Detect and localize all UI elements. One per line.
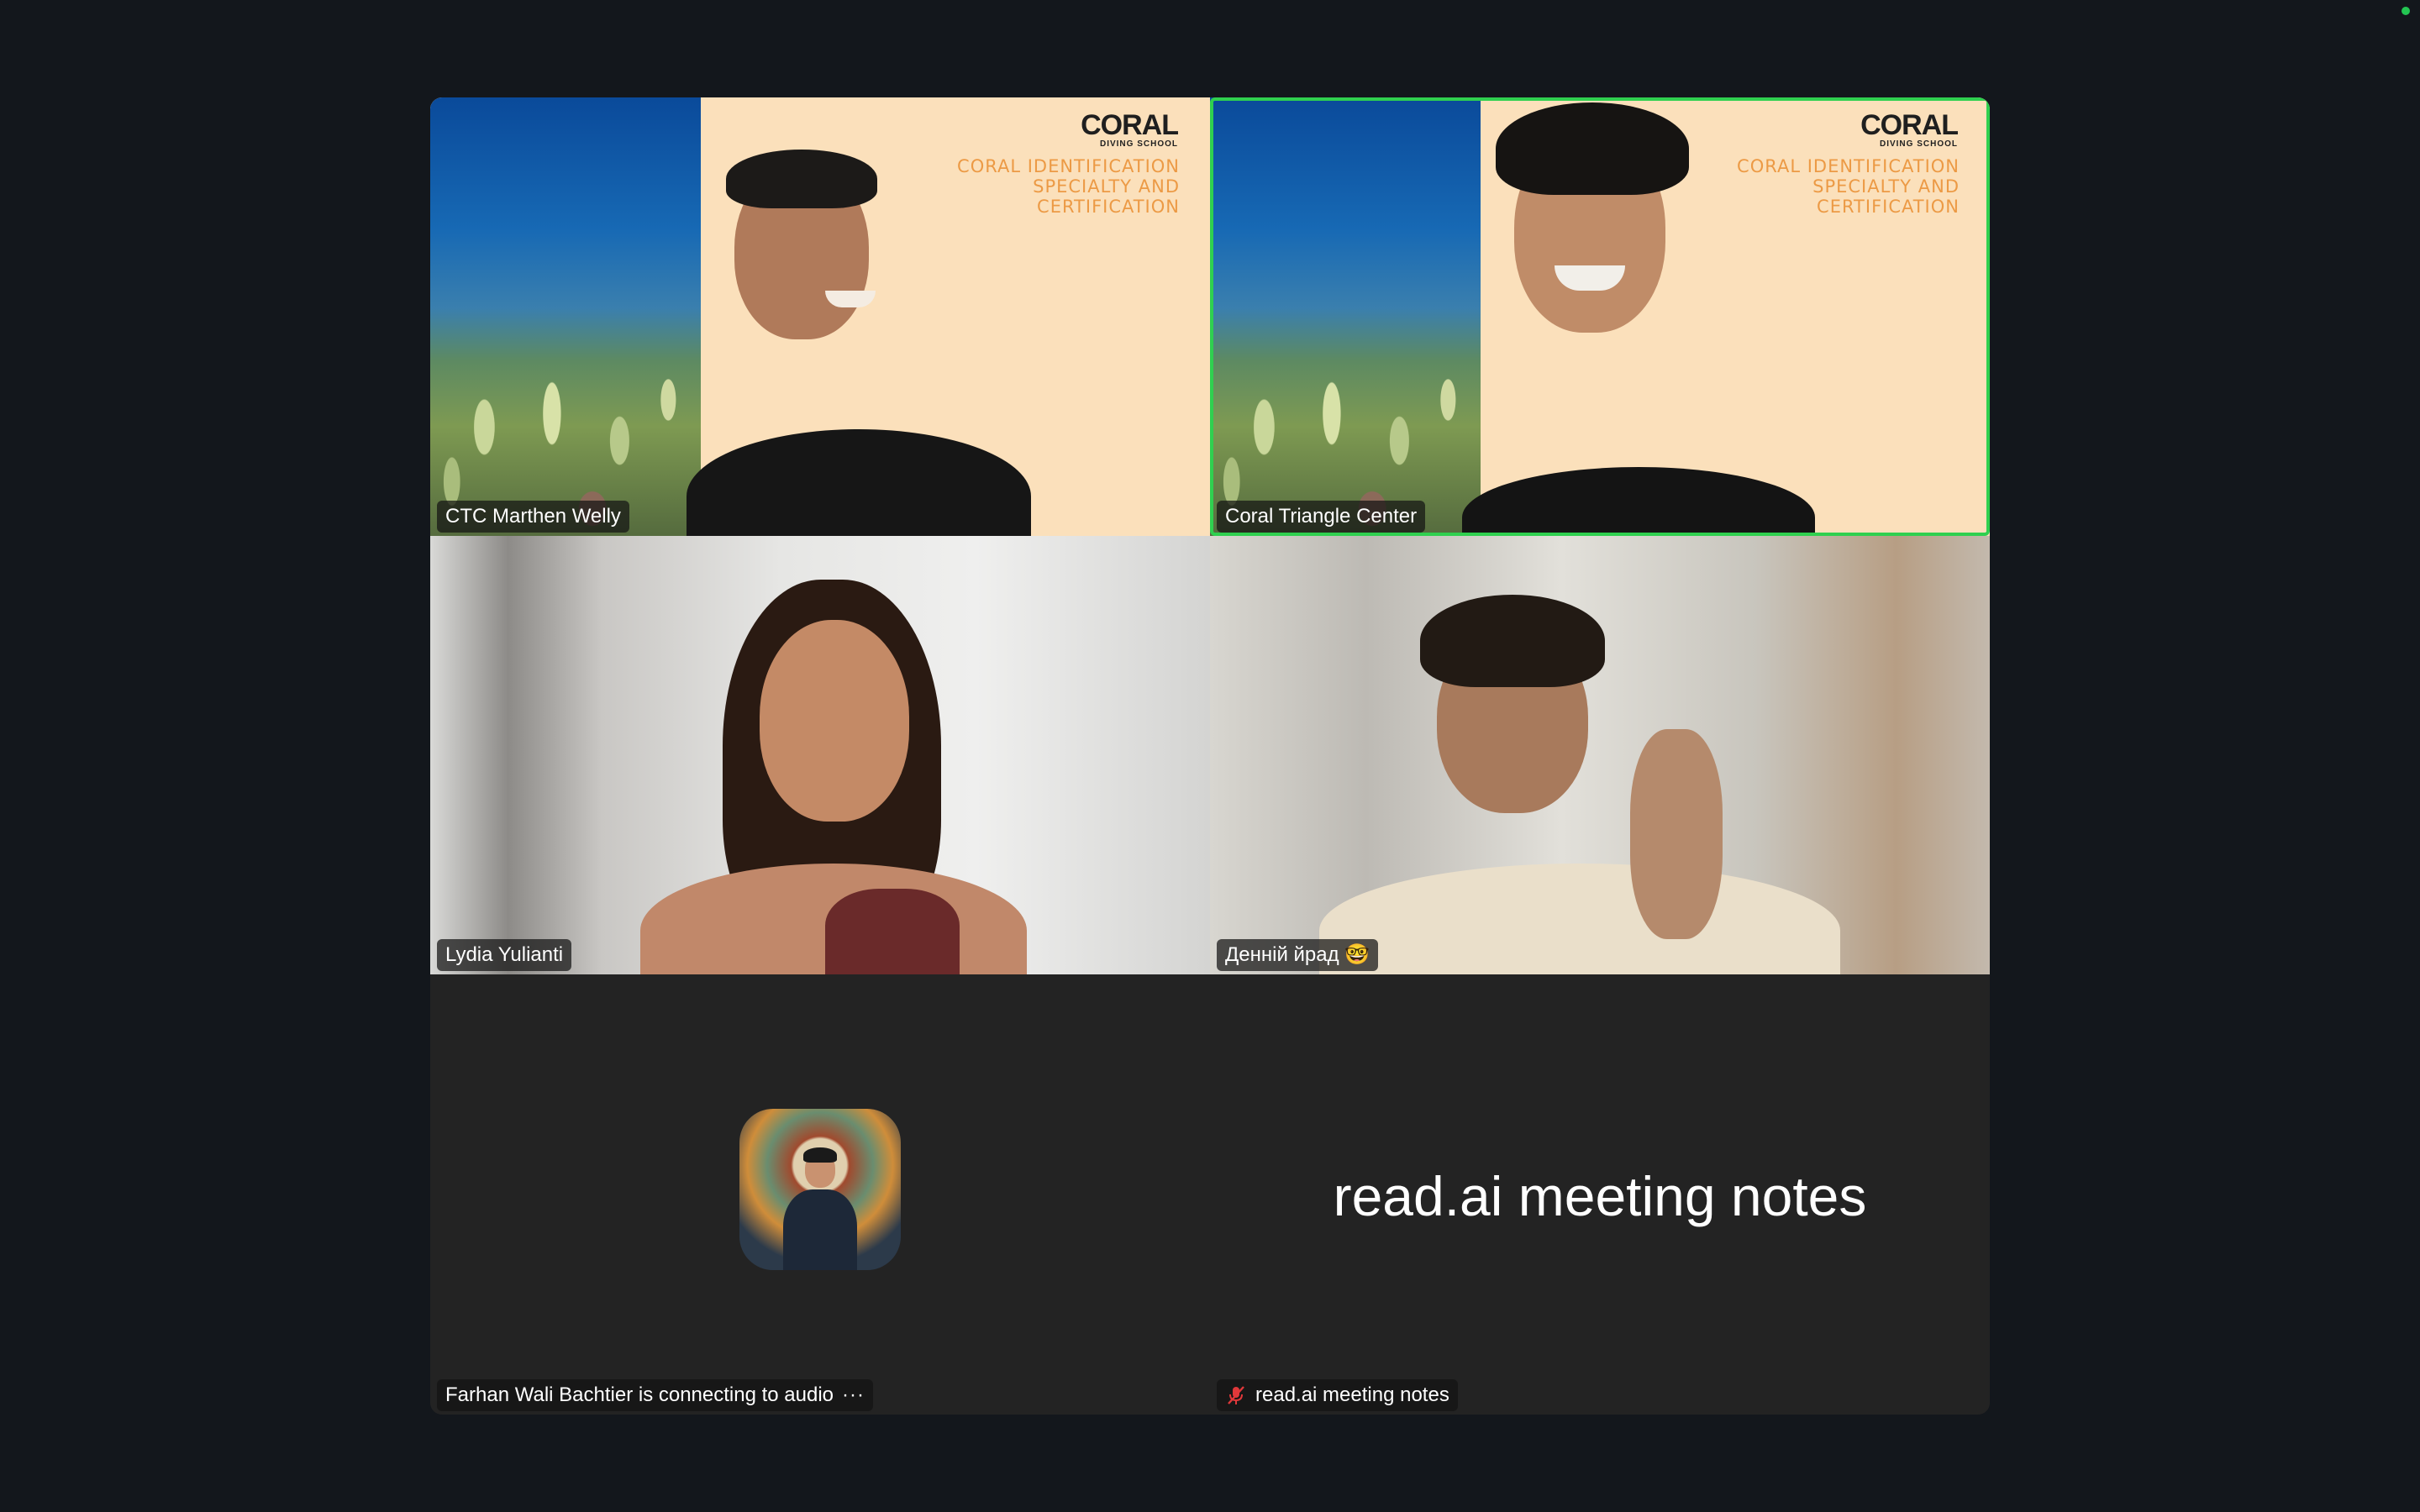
microphone-muted-icon (1225, 1384, 1247, 1406)
video-tile-read-ai[interactable]: read.ai meeting notes read.ai meeting no… (1210, 974, 1990, 1415)
participant-name-tag: CTC Marthen Welly (437, 501, 629, 533)
video-tile-coral-triangle-center[interactable]: CORAL DIVING SCHOOL CORAL IDENTIFICATION… (1210, 97, 1990, 536)
gallery-view: CORAL DIVING SCHOOL CORAL IDENTIFICATION… (430, 97, 1990, 1415)
video-tile-ctc-marthen-welly[interactable]: CORAL DIVING SCHOOL CORAL IDENTIFICATION… (430, 97, 1210, 536)
more-options-icon[interactable]: ··· (842, 1379, 865, 1411)
participant-video (430, 97, 1210, 536)
participant-video (1210, 97, 1990, 536)
video-tile-lydia-yulianti[interactable]: Lydia Yulianti (430, 536, 1210, 974)
video-tile-farhan-wali-bachtier[interactable]: Farhan Wali Bachtier is connecting to au… (430, 974, 1210, 1415)
participant-name-tag: Денній йрад 🤓 (1217, 939, 1379, 971)
participant-display-name: read.ai meeting notes (1333, 1165, 1867, 1227)
participant-name-tag: Coral Triangle Center (1217, 501, 1426, 533)
participant-avatar (739, 1109, 901, 1270)
participant-video (430, 536, 1210, 974)
video-tile-participant-4[interactable]: Денній йрад 🤓 (1210, 536, 1990, 974)
recording-status-dot (2402, 7, 2410, 15)
participant-name-tag: Lydia Yulianti (437, 939, 572, 971)
meeting-window: CORAL DIVING SCHOOL CORAL IDENTIFICATION… (0, 0, 2420, 1512)
participant-video (1210, 536, 1990, 974)
participant-name-tag: read.ai meeting notes (1217, 1379, 1458, 1411)
participant-name-tag: Farhan Wali Bachtier is connecting to au… (437, 1379, 874, 1411)
